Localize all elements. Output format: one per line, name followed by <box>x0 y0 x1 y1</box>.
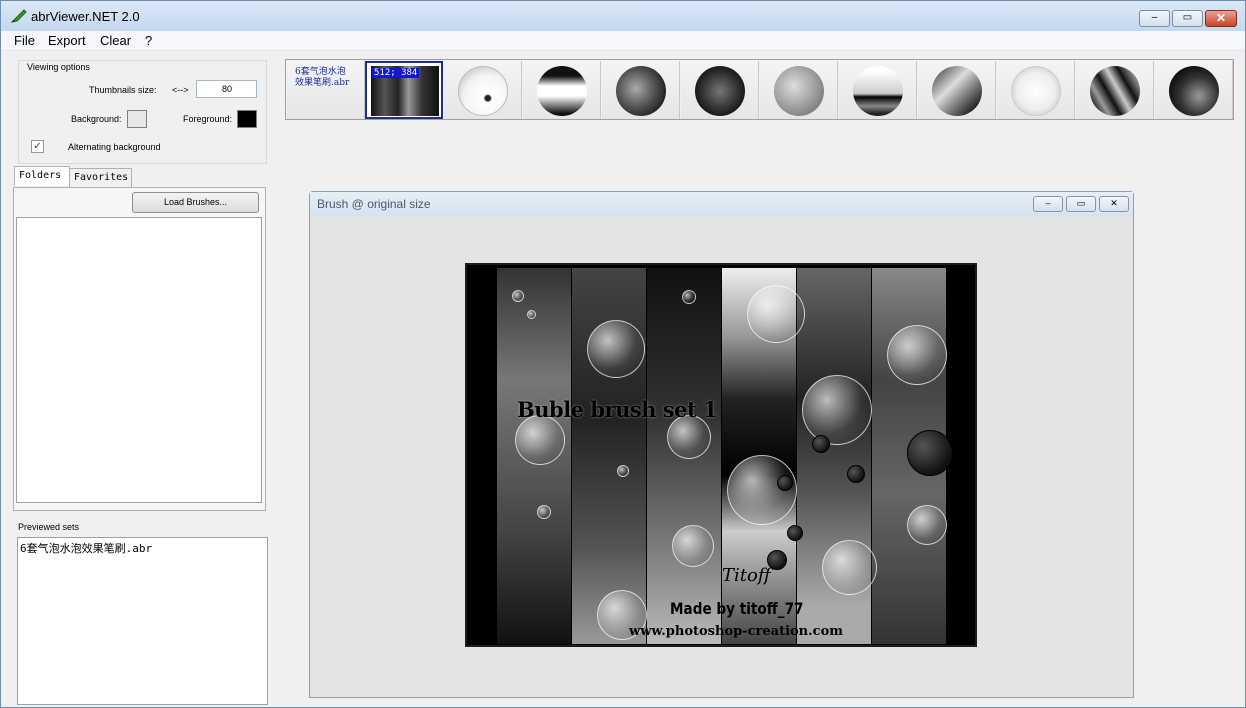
brush-shape <box>616 66 666 116</box>
previewed-sets-label: Previewed sets <box>18 522 80 532</box>
thumbnail-size-arrow: <--> <box>172 85 189 95</box>
menu-file[interactable]: File <box>14 33 35 48</box>
brush-set-name-line2: 效果笔刷.abr <box>295 78 350 88</box>
close-icon: ✕ <box>1110 198 1118 208</box>
bubble <box>682 290 696 304</box>
viewing-options-legend: Viewing options <box>25 62 92 72</box>
brush-thumbnail[interactable] <box>1155 61 1233 119</box>
brush-thumbnail[interactable] <box>1076 61 1154 119</box>
brush-set-name-line1: 6套气泡水泡 <box>295 67 346 77</box>
brush-preview-image: Buble brush set 1 Titoff Made by titoff_… <box>465 263 977 647</box>
bubble <box>617 465 629 477</box>
preview-close-button[interactable]: ✕ <box>1099 196 1129 212</box>
brush-thumbnail[interactable] <box>839 61 917 119</box>
foreground-label: Foreground: <box>183 114 233 124</box>
brush-size-badge: 512; 384 <box>372 68 420 78</box>
brush-shape <box>537 66 587 116</box>
brush-url-text: www.photoshop-creation.com <box>629 624 843 639</box>
brush-shape <box>853 66 903 116</box>
brush-shape <box>695 66 745 116</box>
bubble <box>672 525 714 567</box>
list-item[interactable]: 6套气泡水泡效果笔刷.abr <box>20 540 152 556</box>
brush-thumbnail[interactable] <box>444 61 522 119</box>
menu-bar: File Export Clear ? <box>1 31 1245 51</box>
brush-thumbnail[interactable] <box>602 61 680 119</box>
brush-shape <box>1011 66 1061 116</box>
preview-maximize-button[interactable]: ▭ <box>1066 196 1096 212</box>
minimize-icon: ‒ <box>1151 12 1158 23</box>
bubble <box>512 290 524 302</box>
brush-thumbnail-strip[interactable]: 6套气泡水泡 效果笔刷.abr 512; 384 <box>285 59 1234 120</box>
tab-folders[interactable]: Folders <box>14 166 70 186</box>
thumbnail-size-label: Thumbnails size: <box>89 85 157 95</box>
thumbnail-size-input[interactable]: 80 <box>196 80 257 98</box>
minimize-icon: ‒ <box>1045 198 1051 208</box>
pen-brush-icon <box>10 9 27 23</box>
dark-bubble <box>787 525 803 541</box>
brush-shape <box>1090 66 1140 116</box>
brush-thumbnail-selected[interactable]: 512; 384 <box>365 61 443 119</box>
brush-shape <box>458 66 508 116</box>
brush-title-text: Buble brush set 1 <box>517 397 718 422</box>
brush-set-name-cell[interactable]: 6套气泡水泡 效果笔刷.abr <box>287 61 365 119</box>
preview-window-title-bar[interactable]: Brush @ original size ‒ ▭ ✕ <box>310 192 1133 217</box>
alternating-background-checkbox[interactable]: ✓ <box>31 140 44 153</box>
brush-credit-text: Made by titoff_77 <box>670 599 804 618</box>
bubble <box>537 505 551 519</box>
brush-set-name: 6套气泡水泡 效果笔刷.abr <box>295 67 349 89</box>
brush-thumbnail[interactable] <box>523 61 601 119</box>
brush-shape <box>1169 66 1219 116</box>
alternating-background-label: Alternating background <box>68 142 161 152</box>
brush-thumbnail[interactable] <box>681 61 759 119</box>
dark-bubble <box>847 465 865 483</box>
load-brushes-button[interactable]: Load Brushes... <box>132 192 259 213</box>
brush-thumbnail[interactable] <box>760 61 838 119</box>
menu-help[interactable]: ? <box>145 33 152 48</box>
bubble <box>515 415 565 465</box>
bubble <box>587 320 645 378</box>
menu-clear[interactable]: Clear <box>100 33 131 48</box>
bubble <box>887 325 947 385</box>
brush-shape <box>774 66 824 116</box>
brush-thumbnail[interactable] <box>918 61 996 119</box>
maximize-icon: ▭ <box>1182 12 1193 23</box>
brush-thumbnail[interactable] <box>997 61 1075 119</box>
window-title: abrViewer.NET 2.0 <box>31 9 140 24</box>
bubble <box>822 540 877 595</box>
previewed-sets-list[interactable]: 6套气泡水泡效果笔刷.abr <box>17 537 268 705</box>
app-window: abrViewer.NET 2.0 ‒ ▭ ✕ File Export Clea… <box>0 0 1246 708</box>
folder-tree[interactable] <box>16 217 262 503</box>
dark-bubble <box>777 475 793 491</box>
close-icon: ✕ <box>1215 11 1227 25</box>
bubble <box>747 285 805 343</box>
dark-bubble <box>812 435 830 453</box>
bubble <box>527 310 536 319</box>
maximize-button[interactable]: ▭ <box>1172 10 1203 27</box>
dark-bubble <box>907 430 953 476</box>
bubble <box>907 505 947 545</box>
brush-signature: Titoff <box>722 565 771 586</box>
brush-shape <box>932 66 982 116</box>
title-bar[interactable]: abrViewer.NET 2.0 ‒ ▭ ✕ <box>1 1 1245 31</box>
background-color-swatch[interactable] <box>127 110 147 128</box>
background-label: Background: <box>71 114 122 124</box>
tab-favorites[interactable]: Favorites <box>69 168 132 187</box>
bubble <box>802 375 872 445</box>
close-button[interactable]: ✕ <box>1205 10 1237 27</box>
foreground-color-swatch[interactable] <box>237 110 257 128</box>
menu-export[interactable]: Export <box>48 33 86 48</box>
minimize-button[interactable]: ‒ <box>1139 10 1170 27</box>
preview-window-title: Brush @ original size <box>317 197 431 211</box>
maximize-icon: ▭ <box>1076 198 1086 208</box>
preview-minimize-button[interactable]: ‒ <box>1033 196 1063 212</box>
